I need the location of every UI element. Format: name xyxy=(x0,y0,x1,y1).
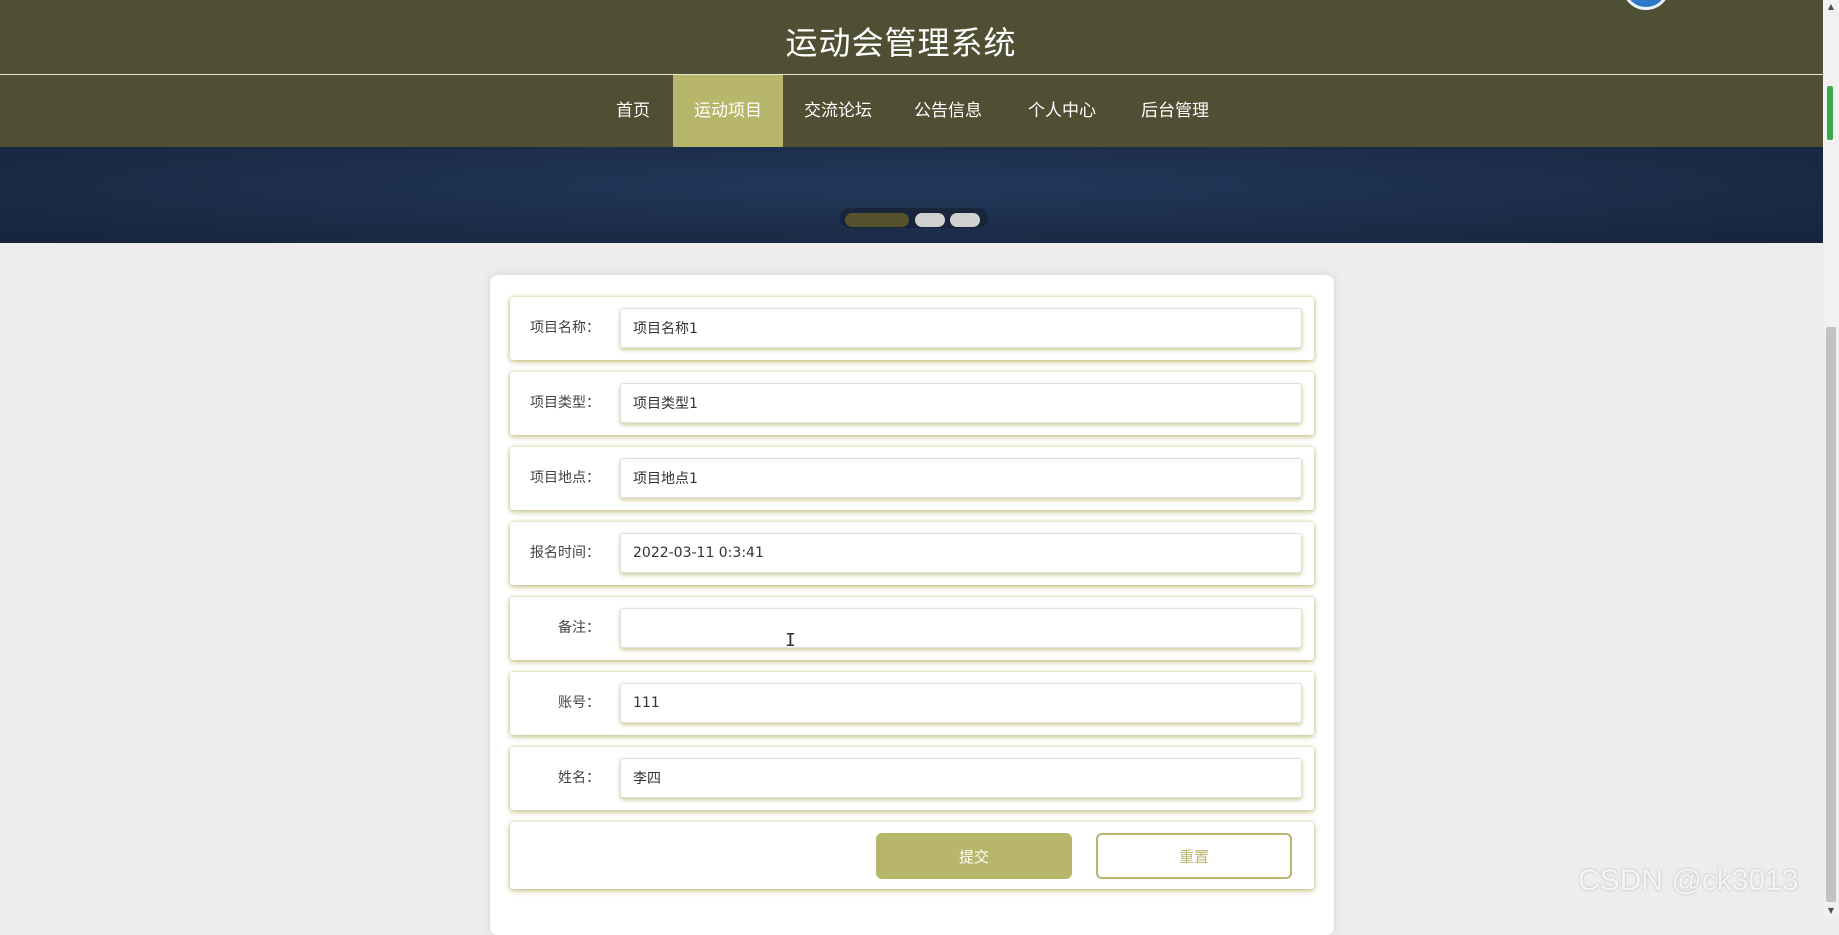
project-name-label: 项目名称： xyxy=(530,320,600,336)
scroll-down-icon[interactable]: ▼ xyxy=(1823,904,1839,918)
nav-item-admin[interactable]: 后台管理 xyxy=(1130,75,1220,147)
remarks-input[interactable] xyxy=(620,608,1302,648)
name-input[interactable] xyxy=(620,758,1302,798)
carousel-indicators xyxy=(840,208,988,228)
form-actions: 提交 重置 xyxy=(510,822,1314,889)
form-row-remarks: 备注： xyxy=(510,597,1314,660)
nav-item-home[interactable]: 首页 xyxy=(603,75,663,147)
user-avatar[interactable] xyxy=(1622,0,1670,10)
carousel-dot-1[interactable] xyxy=(845,213,909,227)
name-label: 姓名： xyxy=(558,770,600,786)
scrollbar-thumb[interactable] xyxy=(1826,327,1836,902)
scroll-up-icon[interactable]: ▲ xyxy=(1823,0,1839,14)
project-location-input[interactable] xyxy=(620,458,1302,498)
carousel-dot-2[interactable] xyxy=(915,213,945,227)
form-row-project-type: 项目类型： xyxy=(510,372,1314,435)
project-type-input[interactable] xyxy=(620,383,1302,423)
watermark: CSDN @ck3013 xyxy=(1578,864,1799,897)
submit-button[interactable]: 提交 xyxy=(876,833,1072,879)
nav-item-personal-center[interactable]: 个人中心 xyxy=(1017,75,1107,147)
form-row-name: 姓名： xyxy=(510,747,1314,810)
project-name-input[interactable] xyxy=(620,308,1302,348)
form-row-project-name: 项目名称： xyxy=(510,297,1314,360)
account-label: 账号： xyxy=(558,695,600,711)
form-row-project-location: 项目地点： xyxy=(510,447,1314,510)
signup-time-label: 报名时间： xyxy=(530,545,600,561)
main-nav: 首页 运动项目 交流论坛 公告信息 个人中心 后台管理 xyxy=(0,75,1823,147)
scroll-position-marker xyxy=(1827,86,1833,140)
project-type-label: 项目类型： xyxy=(530,395,600,411)
form-row-account: 账号： xyxy=(510,672,1314,735)
reset-button[interactable]: 重置 xyxy=(1096,833,1292,879)
account-input[interactable] xyxy=(620,683,1302,723)
nav-item-forum[interactable]: 交流论坛 xyxy=(793,75,883,147)
text-cursor-icon: I xyxy=(785,630,796,651)
form-row-signup-time: 报名时间： xyxy=(510,522,1314,585)
project-location-label: 项目地点： xyxy=(530,470,600,486)
remarks-label: 备注： xyxy=(558,620,600,636)
signup-time-input[interactable] xyxy=(620,533,1302,573)
site-header: 运动会管理系统 xyxy=(0,0,1823,75)
banner-carousel xyxy=(0,147,1823,243)
page-scrollbar[interactable]: ▲ ▼ xyxy=(1823,0,1839,918)
site-title: 运动会管理系统 xyxy=(785,24,1017,62)
nav-item-sports-events[interactable]: 运动项目 xyxy=(673,75,783,147)
nav-item-announcements[interactable]: 公告信息 xyxy=(903,75,993,147)
signup-form: 项目名称： 项目类型： 项目地点： 报名时间： 备注： 账号： 姓名： 提交 重… xyxy=(490,275,1334,935)
carousel-dot-3[interactable] xyxy=(950,213,980,227)
